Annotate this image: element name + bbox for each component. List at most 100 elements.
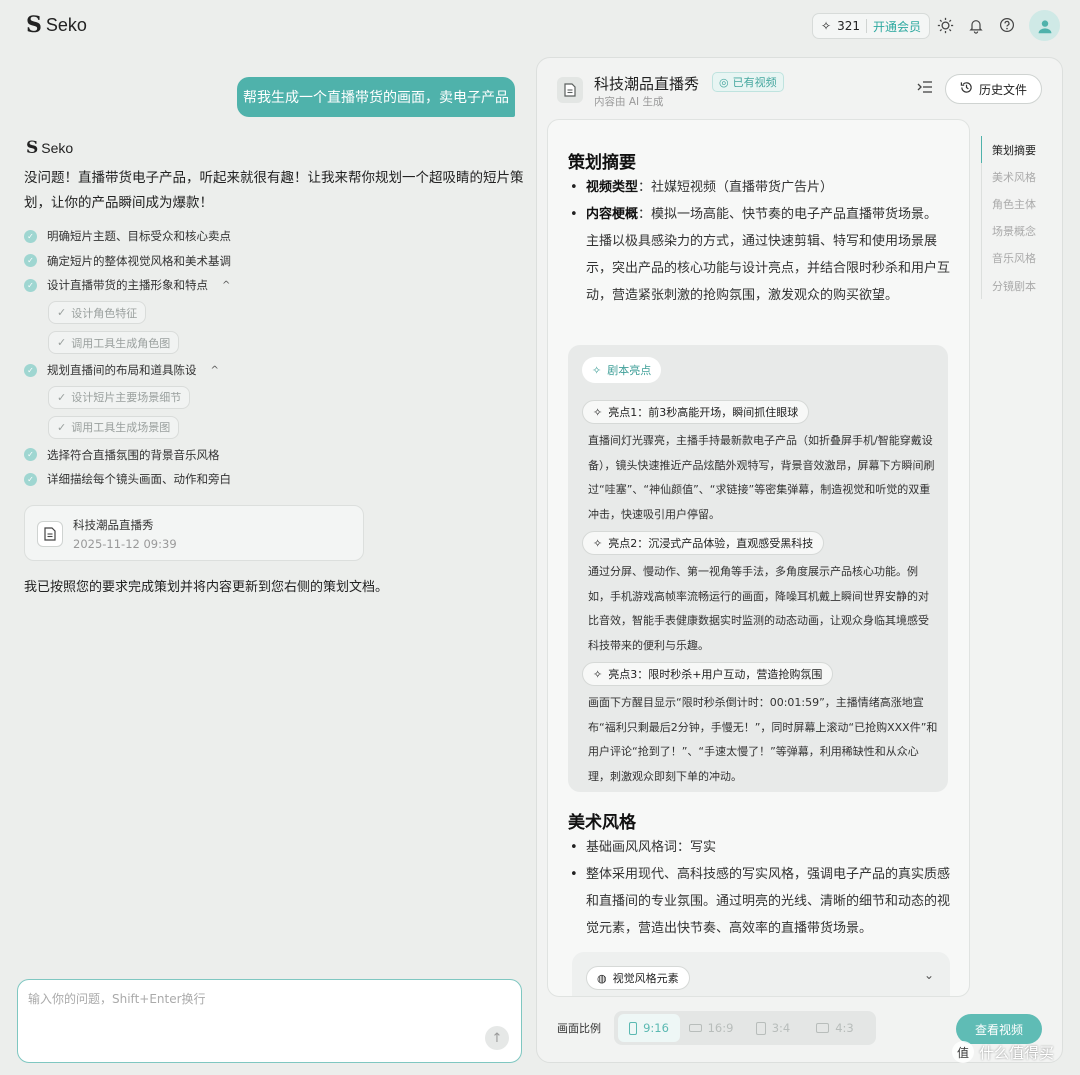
task-step-label: 详细描绘每个镜头画面、动作和旁白: [47, 472, 231, 487]
watermark-logo-icon: 值: [952, 1041, 974, 1063]
outline-item[interactable]: 音乐风格: [981, 244, 1051, 272]
highlight-title: ✧ 亮点1：前3秒高能开场，瞬间抓住眼球: [582, 400, 810, 424]
substep-label: 设计短片主要场景细节: [71, 391, 182, 405]
chat-input-box[interactable]: ↑: [17, 979, 522, 1063]
file-date: 2025-11-12 09:39: [73, 537, 177, 551]
video-icon: ◎: [719, 75, 729, 89]
highlight-title-label: 亮点3：限时秒杀+用户互动，营造抢购氛围: [608, 668, 823, 681]
check-icon: ✓: [24, 448, 37, 462]
history-files-label: 历史文件: [978, 82, 1027, 97]
credits-pill[interactable]: ✧ 321 开通会员: [812, 13, 930, 39]
app-logo[interactable]: S Seko: [26, 12, 87, 38]
doc-title: 科技潮品直播秀: [594, 75, 700, 93]
task-step-label: 明确短片主题、目标受众和核心卖点: [47, 229, 231, 244]
bullet-value: ：模拟一场高能、快节奏的电子产品直播带货场景。主播以极具感染力的方式，通过快速剪…: [586, 207, 951, 303]
status-badge-label: 已有视频: [732, 76, 777, 89]
bot-name: Seko: [41, 140, 74, 156]
task-step: ✓ 详细描绘每个镜头画面、动作和旁白: [24, 467, 524, 492]
check-icon: ✓: [57, 306, 67, 320]
theme-toggle-icon[interactable]: [935, 15, 955, 35]
ratio-option[interactable]: 3:4: [742, 1014, 804, 1042]
status-badge: ◎ 已有视频: [712, 72, 784, 92]
task-step-label: 设计直播带货的主播形象和特点: [47, 278, 208, 293]
substep-label: 调用工具生成角色图: [71, 336, 171, 350]
chevron-up-icon[interactable]: ^: [211, 365, 219, 376]
bullet-label: 视频类型: [586, 180, 639, 195]
section-title: 策划摘要: [568, 153, 636, 173]
highlight-text: 通过分屏、慢动作、第一视角等手法，多角度展示产品核心功能。例如，手机游戏高帧率流…: [588, 565, 929, 652]
logo-mark-icon: S: [26, 12, 42, 38]
divider: [865, 19, 867, 33]
art-bullet: 整体采用现代、高科技感的写实风格，强调电子产品的真实质感和直播间的专业氛围。通过…: [570, 861, 950, 942]
ratio-label: 画面比例: [557, 1022, 601, 1035]
chat-input[interactable]: [28, 990, 508, 1020]
check-icon: ✓: [57, 420, 67, 434]
summary-bullet: 内容梗概：模拟一场高能、快节奏的电子产品直播带货场景。主播以极具感染力的方式，通…: [570, 201, 950, 309]
highlight-tag: ✧ 剧本亮点: [582, 357, 662, 383]
view-video-button[interactable]: 查看视频: [956, 1014, 1042, 1044]
outline-item[interactable]: 策划摘要: [981, 136, 1051, 164]
chevron-up-icon[interactable]: ^: [222, 280, 230, 291]
history-icon: [960, 81, 973, 97]
send-button[interactable]: ↑: [485, 1026, 509, 1050]
ratio-option[interactable]: 9:16: [618, 1014, 680, 1042]
task-step: ✓ 确定短片的整体视觉风格和美术基调: [24, 249, 524, 274]
highlight-text: 直播间灯光骤亮，主播手持最新款电子产品（如折叠屏手机/智能穿戴设备），镜头快速推…: [588, 434, 935, 521]
substep-chip: ✓ 设计短片主要场景细节: [48, 385, 191, 409]
top-bar: S Seko ✧ 321 开通会员: [0, 0, 1080, 52]
highlight-title-label: 亮点1：前3秒高能开场，瞬间抓住眼球: [608, 406, 799, 419]
avatar[interactable]: [1029, 10, 1060, 41]
help-icon[interactable]: [997, 15, 1017, 35]
watermark-text: 什么值得买: [979, 1043, 1055, 1062]
visual-elements-panel[interactable]: ◍ 视觉风格元素 ⌄: [572, 952, 950, 996]
highlight-tag-label: 剧本亮点: [607, 364, 652, 377]
task-step: ✓ 选择符合直播氛围的背景音乐风格: [24, 442, 524, 467]
doc-file-card[interactable]: 科技潮品直播秀 2025-11-12 09:39: [24, 505, 364, 561]
doc-content[interactable]: 策划摘要 视频类型：社媒短视频（直播带货广告片） 内容梗概：模拟一场高能、快节奏…: [547, 119, 970, 997]
sparkle-icon: ✧: [593, 536, 603, 550]
visual-elements-label: 视觉风格元素: [612, 972, 679, 985]
ratio-option-label: 16:9: [707, 1021, 734, 1035]
sparkle-icon: ✧: [593, 667, 603, 681]
outline-item[interactable]: 美术风格: [981, 163, 1051, 191]
task-step-label: 选择符合直播氛围的背景音乐风格: [47, 447, 220, 462]
document-icon: [37, 521, 63, 547]
doc-subtitle: 内容由 AI 生成: [594, 96, 664, 108]
substep-label: 调用工具生成场景图: [71, 421, 171, 435]
art-bullet: 基础画风风格词：写实: [570, 834, 950, 861]
ratio-option-label: 3:4: [771, 1021, 791, 1035]
ratio-option[interactable]: 4:3: [804, 1014, 866, 1042]
check-icon: ✓: [57, 390, 67, 404]
ratio-option[interactable]: 16:9: [680, 1014, 742, 1042]
vip-link[interactable]: 开通会员: [873, 18, 921, 35]
task-step[interactable]: ✓ 设计直播带货的主播形象和特点 ^: [24, 273, 524, 298]
task-step-label: 确定短片的整体视觉风格和美术基调: [47, 253, 231, 268]
ratio-option-label: 4:3: [835, 1021, 854, 1035]
check-icon: ✓: [57, 336, 67, 350]
bell-icon[interactable]: [966, 15, 986, 35]
outline-item[interactable]: 分镜剧本: [981, 271, 1051, 300]
doc-outline: 策划摘要 美术风格 角色主体 场景概念 音乐风格 分镜剧本: [981, 136, 1051, 300]
outline-toggle-icon[interactable]: [917, 80, 935, 98]
logo-text: Seko: [45, 14, 87, 35]
outline-item[interactable]: 场景概念: [981, 217, 1051, 245]
landscape-icon: [688, 1024, 702, 1032]
task-step-label: 规划直播间的布局和道具陈设: [47, 363, 197, 378]
substep-chip: ✓ 设计角色特征: [48, 301, 147, 325]
palette-icon: ◍: [597, 971, 607, 985]
history-files-button[interactable]: 历史文件: [945, 74, 1042, 104]
visual-elements-tag: ◍ 视觉风格元素: [586, 966, 690, 990]
check-icon: ✓: [24, 229, 37, 243]
task-step: ✓ 明确短片主题、目标受众和核心卖点: [24, 224, 524, 249]
task-steps: ✓ 明确短片主题、目标受众和核心卖点 ✓ 确定短片的整体视觉风格和美术基调 ✓ …: [24, 224, 524, 492]
landscape-icon: [816, 1023, 830, 1033]
check-icon: ✓: [24, 363, 37, 377]
aspect-ratio-selector: 9:16 16:9 3:4 4:3: [614, 1011, 876, 1045]
chevron-down-icon[interactable]: ⌄: [924, 968, 934, 982]
arrow-up-icon: ↑: [491, 1030, 503, 1046]
check-icon: ✓: [24, 472, 37, 486]
document-icon: [557, 77, 583, 103]
task-step[interactable]: ✓ 规划直播间的布局和道具陈设 ^: [24, 358, 524, 383]
ratio-option-label: 9:16: [643, 1021, 669, 1035]
outline-item[interactable]: 角色主体: [981, 190, 1051, 218]
